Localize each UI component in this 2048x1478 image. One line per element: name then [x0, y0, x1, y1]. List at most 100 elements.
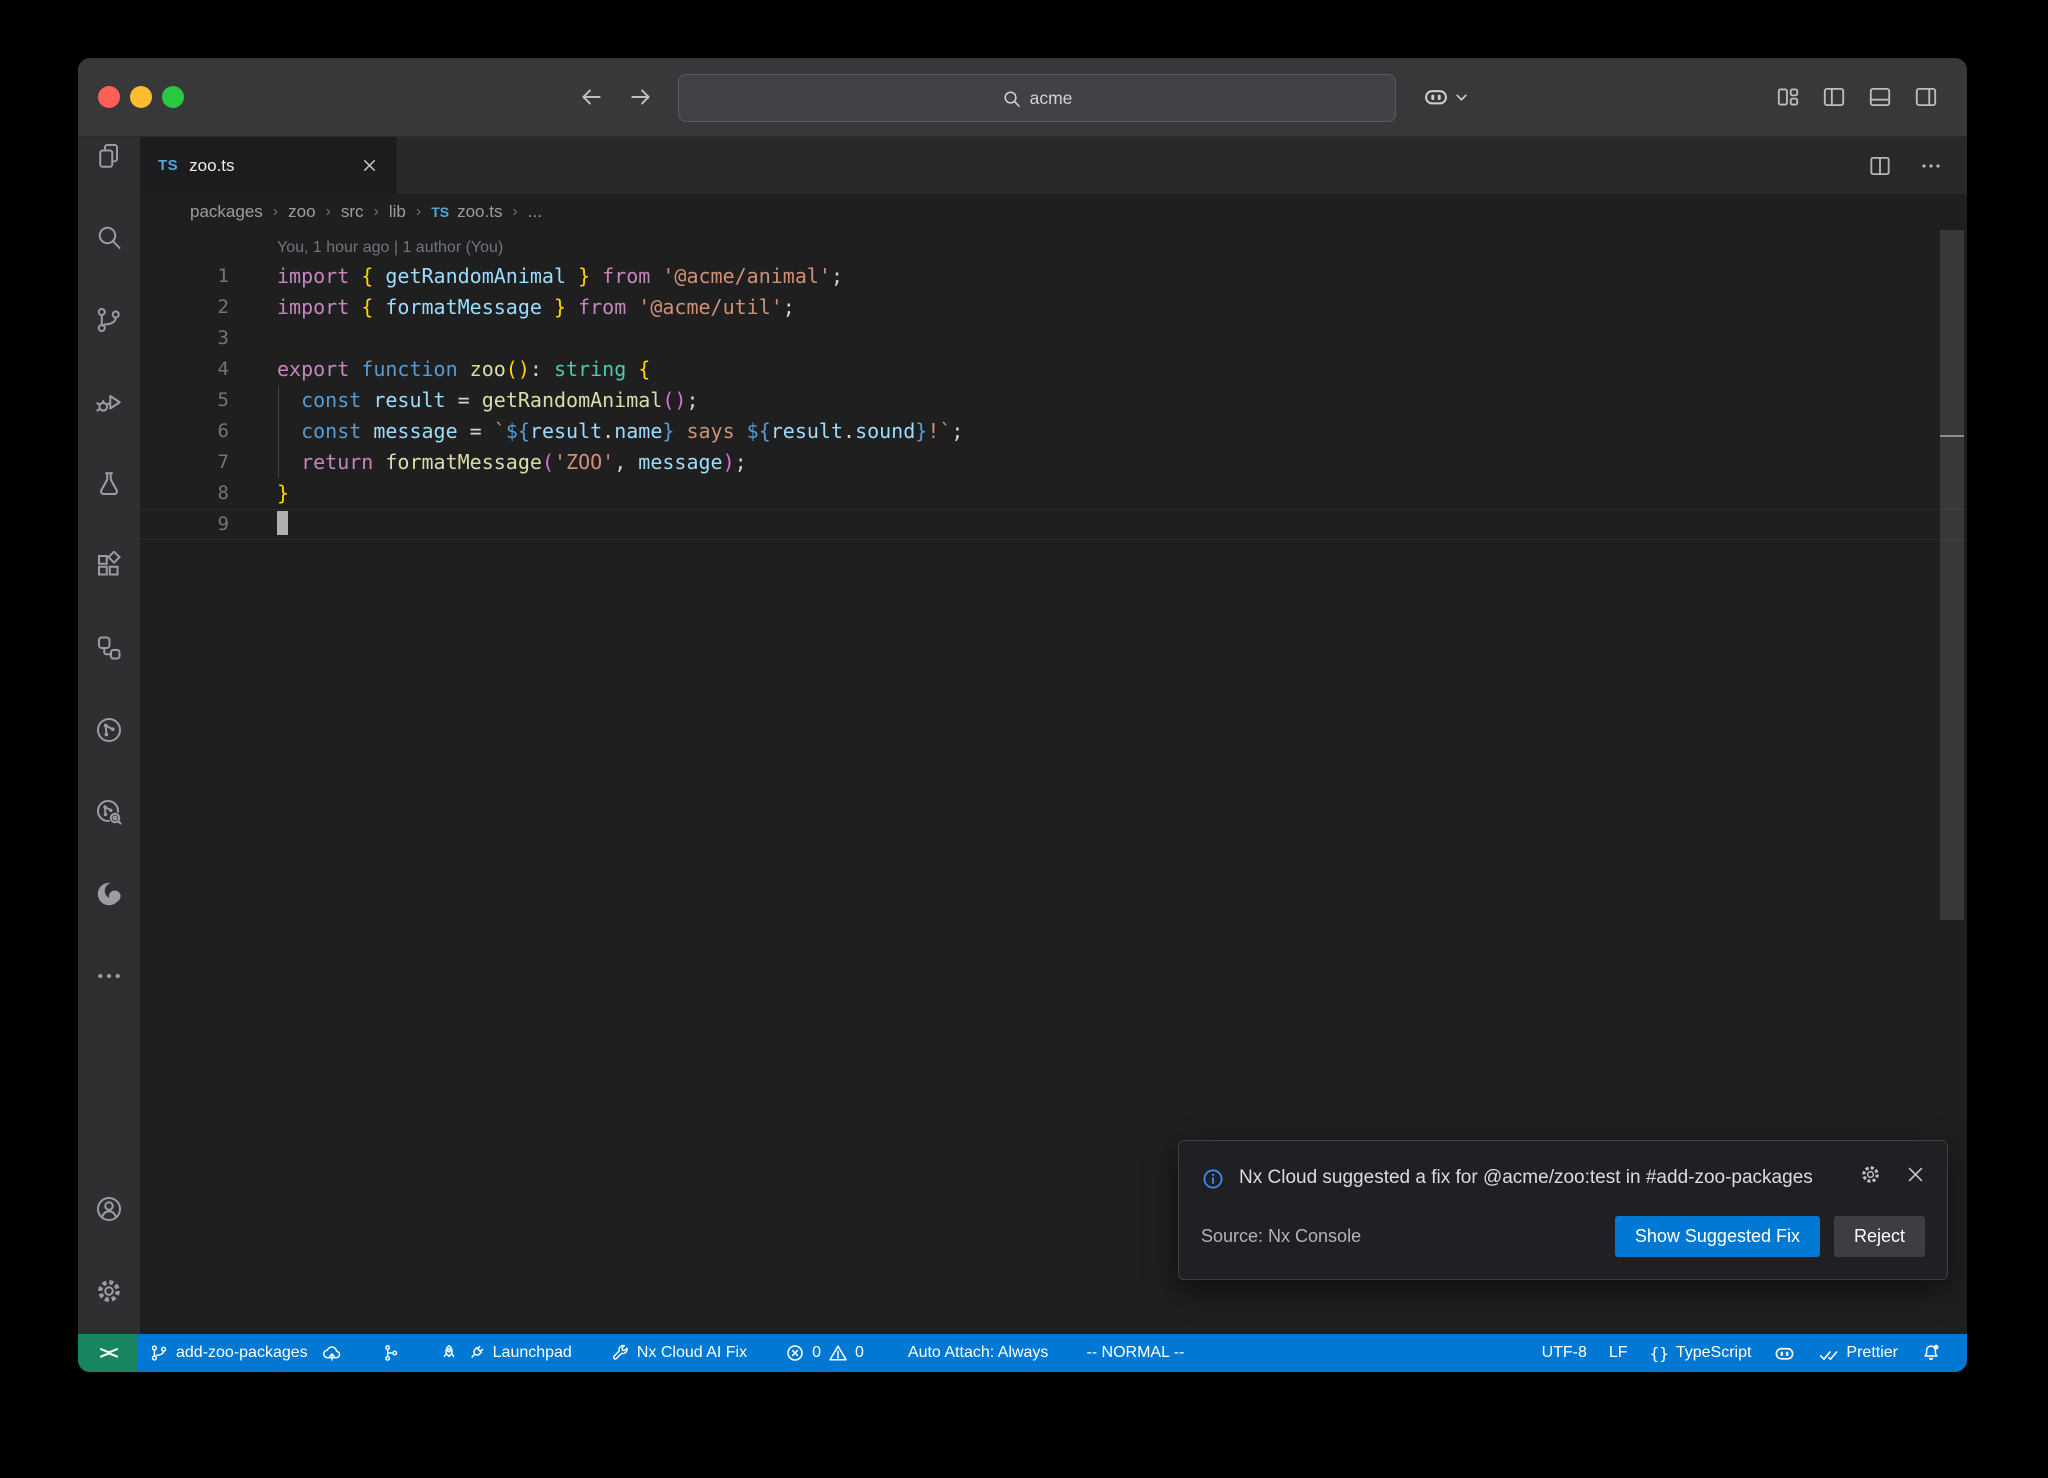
more-views-icon[interactable]	[94, 961, 124, 991]
breadcrumb-item-lib[interactable]: lib	[389, 202, 406, 222]
line-number[interactable]: 8	[140, 478, 237, 509]
git-branch-icon	[149, 1343, 169, 1363]
code-line[interactable]: 4export function zoo(): string {	[140, 354, 1967, 385]
show-suggested-fix-button[interactable]: Show Suggested Fix	[1615, 1216, 1820, 1257]
code-line[interactable]: 2import { formatMessage } from '@acme/ut…	[140, 292, 1967, 323]
line-number[interactable]: 4	[140, 354, 237, 385]
language-mode-status[interactable]: {} TypeScript	[1639, 1334, 1763, 1372]
extensions-icon[interactable]	[94, 551, 124, 581]
code-line[interactable]: 6 const message = `${result.name} says $…	[140, 416, 1967, 447]
source-control-graph-status[interactable]	[370, 1334, 412, 1372]
split-editor-icon[interactable]	[1867, 153, 1893, 179]
line-number[interactable]: 7	[140, 447, 237, 478]
breadcrumb-item-packages[interactable]: packages	[190, 202, 263, 222]
code-line[interactable]: 8}	[140, 478, 1967, 509]
code-line-content[interactable]: return formatMessage('ZOO', message);	[237, 447, 1967, 478]
nx-console-icon[interactable]	[94, 715, 124, 745]
launchpad-status[interactable]: Launchpad	[428, 1334, 583, 1372]
nx-cloud-icon[interactable]	[94, 797, 124, 827]
git-branch-status[interactable]: add-zoo-packages	[138, 1334, 354, 1372]
code-line[interactable]: 3	[140, 323, 1967, 354]
breadcrumb-item-symbol[interactable]: ...	[528, 202, 542, 222]
code-line-content[interactable]: import { formatMessage } from '@acme/uti…	[237, 292, 1967, 323]
testing-icon[interactable]	[94, 469, 124, 499]
nx-cloud-ai-fix-label: Nx Cloud AI Fix	[637, 1344, 747, 1362]
eol-status[interactable]: LF	[1598, 1334, 1639, 1372]
more-actions-icon[interactable]	[1919, 154, 1943, 178]
run-and-debug-icon[interactable]	[94, 387, 124, 417]
tab-bar: TS zoo.ts	[140, 137, 1967, 194]
scrollbar-slider[interactable]	[1940, 230, 1964, 920]
search-icon	[1002, 89, 1021, 108]
line-number[interactable]: 1	[140, 261, 237, 292]
reject-button[interactable]: Reject	[1834, 1216, 1925, 1257]
minimize-window-button[interactable]	[130, 86, 152, 108]
branch-name: add-zoo-packages	[176, 1344, 308, 1362]
command-center-query: acme	[1030, 88, 1073, 109]
codelens-blame-line[interactable]: You, 1 hour ago | 1 author (You)	[140, 230, 1967, 261]
notifications-bell[interactable]	[1909, 1334, 1953, 1372]
auto-attach-status[interactable]: Auto Attach: Always	[897, 1334, 1060, 1372]
code-line[interactable]: 1import { getRandomAnimal } from '@acme/…	[140, 261, 1967, 292]
project-hierarchy-icon[interactable]	[94, 633, 124, 663]
line-number[interactable]: 6	[140, 416, 237, 447]
toggle-primary-sidebar-icon[interactable]	[1821, 84, 1847, 110]
blame-annotation[interactable]: You, 1 hour ago | 1 author (You)	[277, 239, 503, 256]
info-icon	[1201, 1167, 1225, 1191]
code-line-content[interactable]: import { getRandomAnimal } from '@acme/a…	[237, 261, 1967, 292]
zoom-window-button[interactable]	[162, 86, 184, 108]
toggle-panel-icon[interactable]	[1867, 84, 1893, 110]
source-control-icon[interactable]	[94, 305, 124, 335]
settings-gear-icon[interactable]	[94, 1276, 124, 1306]
breadcrumb-item-zoo[interactable]: zoo	[288, 202, 315, 222]
tab-zoo-ts[interactable]: TS zoo.ts	[140, 137, 397, 194]
accounts-icon[interactable]	[94, 1194, 124, 1224]
problems-status[interactable]: 0 0	[774, 1334, 875, 1372]
line-number[interactable]: 2	[140, 292, 237, 323]
navigate-back-icon[interactable]	[578, 84, 604, 110]
code-line-content[interactable]: const message = `${result.name} says ${r…	[237, 416, 1967, 447]
search-icon[interactable]	[94, 223, 124, 253]
status-bar: >< add-zoo-packages Launchpad	[78, 1334, 1967, 1372]
copilot-menu[interactable]	[1422, 58, 1468, 136]
breadcrumb-item-file[interactable]: zoo.ts	[457, 202, 502, 222]
navigate-forward-icon[interactable]	[628, 84, 654, 110]
vim-mode-status[interactable]: -- NORMAL --	[1075, 1334, 1195, 1372]
overview-ruler-cursor-mark	[1940, 435, 1964, 437]
close-window-button[interactable]	[98, 86, 120, 108]
activity-bar	[78, 137, 140, 1334]
encoding-label: UTF-8	[1542, 1344, 1587, 1362]
copilot-status[interactable]	[1762, 1334, 1807, 1372]
notification-settings-gear-icon[interactable]	[1859, 1163, 1882, 1186]
nx-cloud-ai-fix-status[interactable]: Nx Cloud AI Fix	[599, 1334, 758, 1372]
code-line-content[interactable]	[237, 509, 1967, 540]
formatter-status[interactable]: Prettier	[1807, 1334, 1909, 1372]
edge-tools-icon[interactable]	[94, 879, 124, 909]
publish-cloud-icon[interactable]	[321, 1342, 343, 1364]
close-tab-icon[interactable]	[361, 157, 378, 174]
explorer-icon[interactable]	[94, 141, 124, 171]
code-line-content[interactable]: const result = getRandomAnimal();	[237, 385, 1967, 416]
code-line-content[interactable]	[237, 323, 1967, 354]
notification-close-icon[interactable]	[1906, 1165, 1925, 1184]
notification-source: Source: Nx Console	[1201, 1226, 1361, 1247]
chevron-right-icon: ›	[273, 203, 278, 221]
code-line-content[interactable]: }	[237, 478, 1967, 509]
desktop: { "titlebar": { "search_value": "acme" }…	[0, 0, 2048, 1478]
line-number[interactable]: 3	[140, 323, 237, 354]
code-line[interactable]: 9	[140, 509, 1967, 540]
command-center-search[interactable]: acme	[678, 74, 1396, 122]
customize-layout-icon[interactable]	[1775, 84, 1801, 110]
remote-indicator[interactable]: ><	[78, 1334, 138, 1372]
breadcrumb-item-src[interactable]: src	[341, 202, 364, 222]
toggle-secondary-sidebar-icon[interactable]	[1913, 84, 1939, 110]
chevron-down-icon	[1455, 91, 1468, 104]
code-line-content[interactable]: export function zoo(): string {	[237, 354, 1967, 385]
code-line[interactable]: 7 return formatMessage('ZOO', message);	[140, 447, 1967, 478]
line-number[interactable]: 9	[140, 509, 237, 540]
typescript-file-icon: TS	[158, 157, 178, 174]
launchpad-label: Launchpad	[493, 1344, 572, 1362]
line-number[interactable]: 5	[140, 385, 237, 416]
code-line[interactable]: 5 const result = getRandomAnimal();	[140, 385, 1967, 416]
encoding-status[interactable]: UTF-8	[1531, 1334, 1598, 1372]
